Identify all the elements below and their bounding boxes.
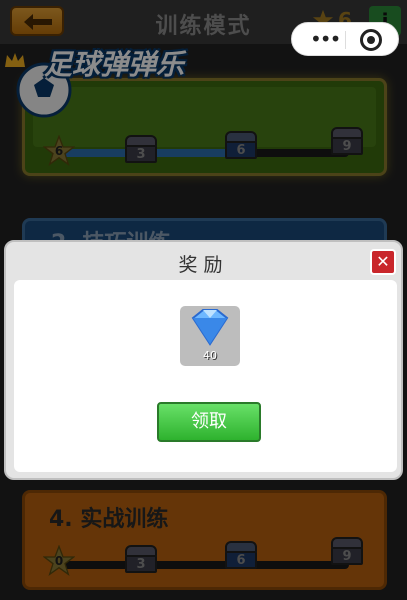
reward-quantity: 40 [203, 349, 217, 362]
close-button[interactable]: ✕ [370, 249, 396, 275]
more-menu-button[interactable]: ••• [310, 27, 341, 51]
reward-modal: 奖励 ✕ 40 领取 [4, 240, 403, 480]
close-miniprogram-icon[interactable] [360, 29, 382, 51]
modal-body: 40 领取 [14, 280, 397, 472]
modal-title: 奖励 [178, 254, 229, 276]
diamond-icon [191, 309, 229, 346]
reward-item: 40 [180, 306, 240, 366]
miniprogram-capsule: ••• [291, 22, 399, 56]
capsule-divider [345, 31, 346, 49]
claim-button[interactable]: 领取 [157, 402, 261, 442]
